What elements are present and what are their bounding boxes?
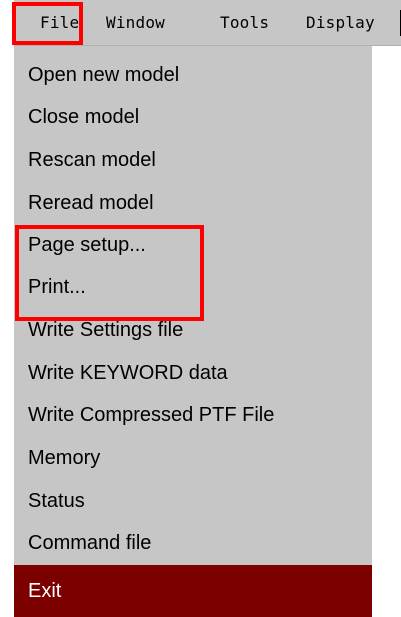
- menu-tools[interactable]: Tools: [220, 10, 269, 36]
- menu-window[interactable]: Window: [106, 10, 165, 36]
- menu-item-write-compressed-ptf-file[interactable]: Write Compressed PTF File: [14, 395, 372, 435]
- menu-file[interactable]: File: [40, 10, 79, 36]
- menu-item-exit[interactable]: Exit: [14, 565, 372, 617]
- menu-item-open-new-model[interactable]: Open new model: [14, 55, 372, 95]
- menu-item-rescan-model[interactable]: Rescan model: [14, 140, 372, 180]
- menu-bar: File Window Tools Display: [14, 0, 401, 46]
- menu-item-print[interactable]: Print...: [14, 267, 372, 307]
- menu-item-page-setup[interactable]: Page setup...: [14, 225, 372, 265]
- menu-item-close-model[interactable]: Close model: [14, 97, 372, 137]
- menu-item-status[interactable]: Status: [14, 481, 372, 521]
- menu-item-write-settings-file[interactable]: Write Settings file: [14, 310, 372, 350]
- menu-item-reread-model[interactable]: Reread model: [14, 183, 372, 223]
- menu-item-command-file[interactable]: Command file: [14, 523, 372, 563]
- file-dropdown-menu: Open new model Close model Rescan model …: [14, 46, 372, 617]
- menu-item-memory[interactable]: Memory: [14, 438, 372, 478]
- menu-display[interactable]: Display: [306, 10, 375, 36]
- menu-item-write-keyword-data[interactable]: Write KEYWORD data: [14, 353, 372, 393]
